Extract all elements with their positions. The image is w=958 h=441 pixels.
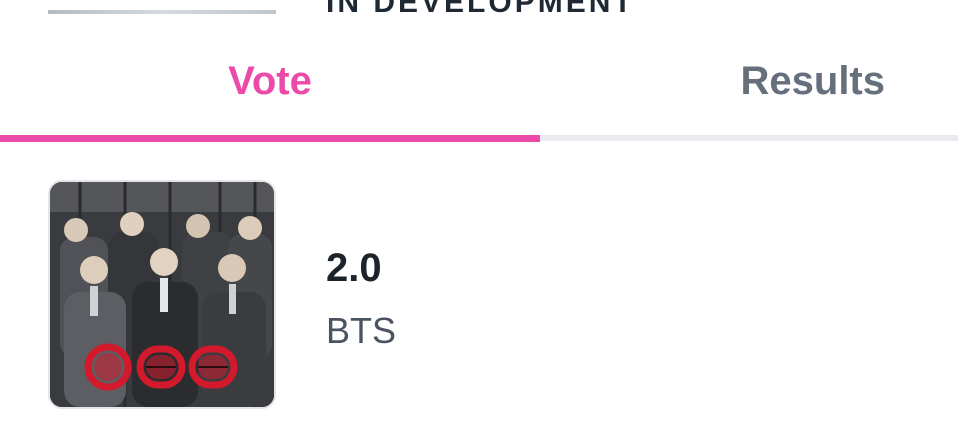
album-artist: BTS	[326, 310, 397, 351]
tab-vote[interactable]: Vote	[0, 26, 540, 136]
album-title: 2.0	[326, 246, 382, 290]
album-cover-image[interactable]	[48, 180, 276, 409]
tab-results[interactable]: Results	[540, 26, 958, 136]
tab-bar: Vote Results	[0, 26, 958, 142]
album-cover-art	[50, 182, 274, 407]
scrolled-header-remnant: IN DEVELOPMENT	[0, 0, 958, 22]
header-divider	[48, 10, 276, 14]
cut-off-title: IN DEVELOPMENT	[326, 0, 635, 19]
tab-active-indicator	[0, 135, 540, 142]
album-row[interactable]: 2.0 BTS	[0, 180, 958, 412]
